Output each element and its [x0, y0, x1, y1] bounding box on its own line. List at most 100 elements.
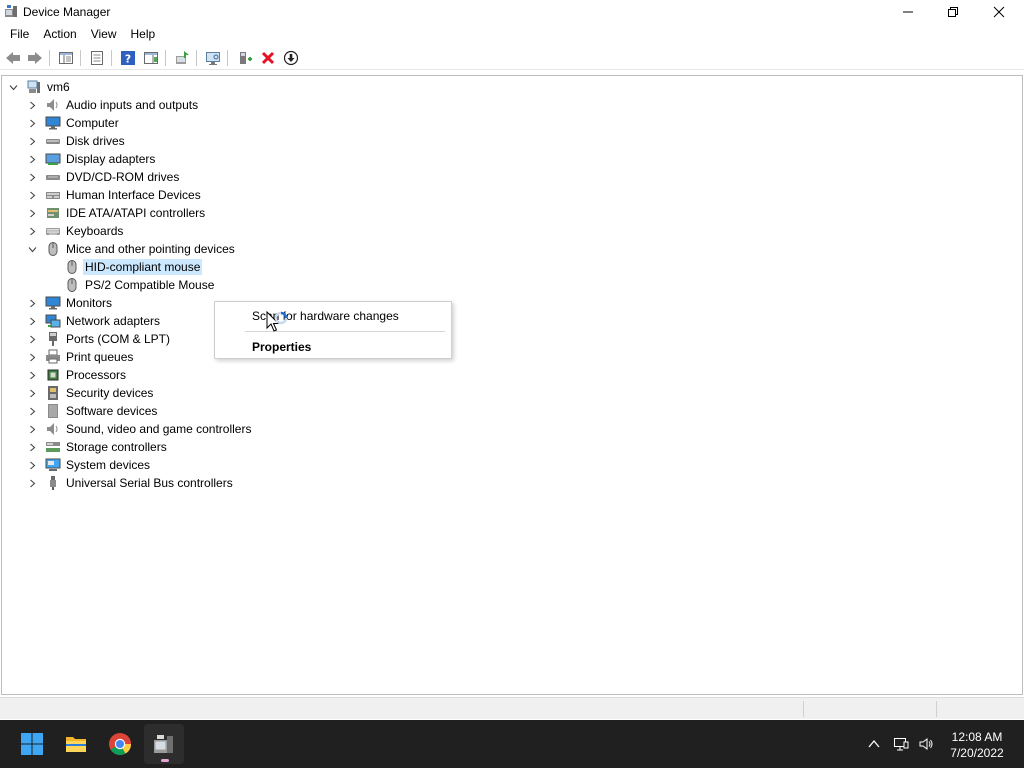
tree-category-keyboards[interactable]: Keyboards [25, 222, 125, 240]
chevron-right-icon[interactable] [25, 404, 39, 418]
close-button[interactable] [976, 0, 1022, 24]
chevron-right-icon[interactable] [25, 152, 39, 166]
chevron-right-icon[interactable] [25, 134, 39, 148]
tree-category-display-adapters[interactable]: Display adapters [25, 150, 157, 168]
tree-item-label: Display adapters [66, 152, 156, 166]
close-icon [993, 6, 1005, 18]
tree-category-disk-drives[interactable]: Disk drives [25, 132, 127, 150]
tree-category-security-devices[interactable]: Security devices [25, 384, 155, 402]
network-tray-button[interactable] [891, 734, 911, 754]
device-manager-icon [154, 735, 173, 753]
minimize-button[interactable] [885, 0, 931, 24]
tree-category-human-interface-devices[interactable]: Human Interface Devices [25, 186, 203, 204]
show-hidden-icons-button[interactable] [864, 734, 884, 754]
tree-item-label: Storage controllers [66, 440, 167, 454]
storage-controller-icon [45, 439, 61, 455]
tree-category-audio-inputs-and-outputs[interactable]: Audio inputs and outputs [25, 96, 200, 114]
action-pane-icon [144, 52, 158, 64]
tree-category-dvd-cd-rom-drives[interactable]: DVD/CD-ROM drives [25, 168, 181, 186]
tree-category-system-devices[interactable]: System devices [25, 456, 152, 474]
help-button[interactable]: ? [119, 49, 137, 67]
chevron-right-icon[interactable] [25, 314, 39, 328]
tree-device-hid-compliant-mouse[interactable]: HID-compliant mouse [64, 258, 203, 276]
taskbar-device-manager[interactable] [144, 724, 184, 764]
tree-category-storage-controllers[interactable]: Storage controllers [25, 438, 169, 456]
menu-item-properties[interactable]: Properties [252, 340, 311, 354]
taskbar-file-explorer[interactable] [56, 724, 96, 764]
chevron-right-icon[interactable] [25, 440, 39, 454]
chevron-right-icon[interactable] [25, 206, 39, 220]
tree-category-print-queues[interactable]: Print queues [25, 348, 135, 366]
mouse-icon [45, 241, 61, 257]
tree-device-ps-2-compatible-mouse[interactable]: PS/2 Compatible Mouse [64, 276, 216, 294]
title-bar: Device Manager [0, 0, 1024, 24]
menu-file[interactable]: File [0, 24, 36, 44]
tree-category-ide-ata-atapi-controllers[interactable]: IDE ATA/ATAPI controllers [25, 204, 207, 222]
properties-button[interactable] [88, 49, 106, 67]
back-button[interactable] [4, 49, 22, 67]
chevron-right-icon[interactable] [25, 458, 39, 472]
tree-category-network-adapters[interactable]: Network adapters [25, 312, 162, 330]
tree-category-universal-serial-bus-controllers[interactable]: Universal Serial Bus controllers [25, 474, 235, 492]
toolbar-separator [111, 50, 112, 66]
chevron-up-icon [868, 739, 880, 748]
toolbar: ? [0, 46, 1024, 70]
restore-button[interactable] [930, 0, 976, 24]
device-tree[interactable]: vm6 Audio inputs and outputs Computer Disk … [1, 75, 1023, 695]
scan-hardware-button[interactable] [204, 49, 222, 67]
chevron-right-icon[interactable] [25, 98, 39, 112]
chevron-right-icon[interactable] [25, 386, 39, 400]
tree-category-ports-com-lpt[interactable]: Ports (COM & LPT) [25, 330, 172, 348]
usb-icon [45, 475, 61, 491]
svg-text:?: ? [125, 53, 131, 66]
chevron-right-icon[interactable] [25, 224, 39, 238]
chevron-right-icon[interactable] [25, 422, 39, 436]
taskbar: 12:08 AM 7/20/2022 [0, 720, 1024, 768]
tree-category-monitors[interactable]: Monitors [25, 294, 114, 312]
download-button[interactable] [282, 49, 300, 67]
tree-category-processors[interactable]: Processors [25, 366, 128, 384]
menu-help[interactable]: Help [124, 24, 163, 44]
tree-item-label: Sound, video and game controllers [66, 422, 252, 436]
chevron-right-icon[interactable] [25, 188, 39, 202]
software-device-icon [45, 403, 61, 419]
ide-controller-icon [45, 205, 61, 221]
update-driver-button[interactable] [173, 49, 191, 67]
uninstall-button[interactable] [259, 49, 277, 67]
forward-button[interactable] [26, 49, 44, 67]
menu-action[interactable]: Action [36, 24, 83, 44]
chrome-icon [109, 733, 131, 755]
show-hide-console-tree-button[interactable] [57, 49, 75, 67]
tree-category-computer[interactable]: Computer [25, 114, 121, 132]
chevron-right-icon[interactable] [25, 116, 39, 130]
add-driver-button[interactable] [236, 49, 254, 67]
chevron-right-icon[interactable] [25, 332, 39, 346]
status-separator [936, 701, 937, 717]
menu-item-scan-hardware[interactable]: Scan for hardware changes [252, 309, 399, 323]
tree-category-mice-and-other-pointing-devices[interactable]: Mice and other pointing devices [25, 240, 237, 258]
scan-hardware-icon [206, 52, 220, 65]
help-icon: ? [121, 51, 135, 66]
tree-item-label: Monitors [66, 296, 113, 310]
window-title: Device Manager [23, 5, 111, 19]
menu-view[interactable]: View [84, 24, 124, 44]
tree-root-computer[interactable]: vm6 [6, 78, 72, 96]
tree-item-label: Computer [66, 116, 119, 130]
speaker-icon [45, 97, 61, 113]
taskbar-chrome[interactable] [100, 724, 140, 764]
action-pane-button[interactable] [142, 49, 160, 67]
chevron-right-icon[interactable] [25, 368, 39, 382]
chevron-right-icon[interactable] [25, 296, 39, 310]
chevron-down-icon[interactable] [6, 80, 20, 94]
taskbar-clock[interactable]: 12:08 AM 7/20/2022 [942, 729, 1012, 761]
chevron-right-icon[interactable] [25, 476, 39, 490]
tree-item-label: Keyboards [66, 224, 124, 238]
tree-category-sound-video-and-game-controllers[interactable]: Sound, video and game controllers [25, 420, 253, 438]
chevron-right-icon[interactable] [25, 350, 39, 364]
start-button[interactable] [12, 724, 52, 764]
tree-category-software-devices[interactable]: Software devices [25, 402, 159, 420]
volume-tray-button[interactable] [916, 734, 936, 754]
chevron-down-icon[interactable] [25, 242, 39, 256]
chevron-right-icon[interactable] [25, 170, 39, 184]
mouse-icon [64, 259, 80, 275]
